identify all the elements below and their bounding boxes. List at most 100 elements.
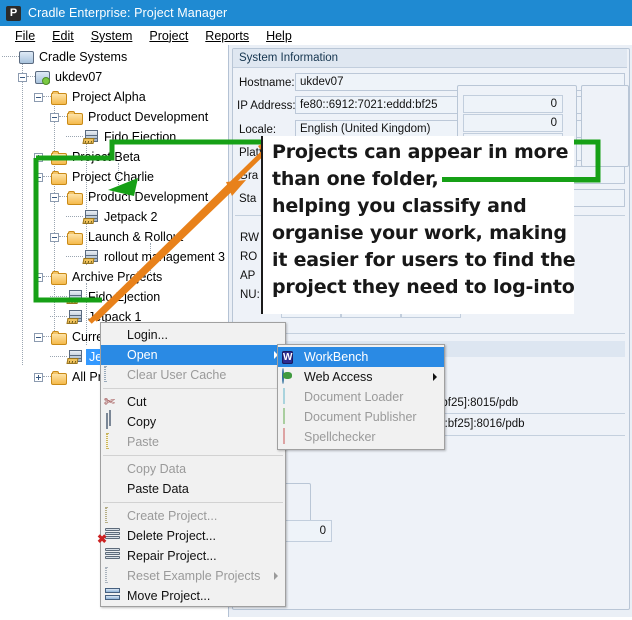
tree-connector (59, 196, 67, 198)
expand-icon[interactable] (34, 372, 43, 382)
collapse-icon[interactable] (34, 272, 43, 282)
tree-connector (59, 236, 67, 238)
tree-item-label: Project Beta (72, 150, 141, 164)
menu-item: Document Loader (278, 387, 444, 407)
tree-item[interactable]: Project Beta (34, 147, 142, 167)
spellchecker-icon (281, 428, 299, 445)
collapse-icon[interactable] (34, 332, 43, 342)
menu-item[interactable]: Open (101, 345, 285, 365)
collapse-icon[interactable] (50, 192, 59, 202)
menu-file[interactable]: File (7, 28, 44, 44)
menu-item-label: Repair Project... (127, 549, 217, 563)
tree-item[interactable]: Product Development (50, 107, 210, 127)
tree-connector (43, 276, 51, 278)
tree-item-label: Launch & Rollout (88, 230, 184, 244)
tree-item-label: Jetpack 2 (104, 210, 158, 224)
menu-reports-label: Reports (205, 28, 250, 43)
menu-separator (103, 455, 283, 456)
menu-item: Create Project... (101, 506, 285, 526)
menu-item: Copy Data (101, 459, 285, 479)
system-information-title: System Information (239, 52, 339, 64)
menu-item[interactable]: Login... (101, 325, 285, 345)
menu-item[interactable]: W WorkBench (278, 347, 444, 367)
tree-item[interactable]: Cradle Systems (2, 47, 129, 67)
menu-item-label: Document Loader (304, 390, 404, 404)
menu-item[interactable]: Paste Data (101, 479, 285, 499)
menu-item[interactable]: Web Access (278, 367, 444, 387)
menu-item-label: Paste Data (127, 482, 189, 496)
tree-item[interactable]: Fido Ejection (50, 287, 162, 307)
menu-reports[interactable]: Reports (197, 28, 258, 44)
scissors-icon: ✄ (104, 394, 115, 409)
submenu-arrow-icon (274, 572, 278, 580)
collapse-icon[interactable] (50, 232, 59, 242)
ro-label: RO (240, 251, 258, 263)
reset-projects-icon (104, 567, 122, 584)
folder-icon (51, 270, 67, 285)
no-icon (104, 481, 122, 497)
menu-item[interactable]: Repair Project... (101, 546, 285, 566)
tree-connector (43, 176, 51, 178)
tree-item[interactable]: Launch & Rollout (50, 227, 185, 247)
cache-icon (104, 366, 122, 383)
menu-help[interactable]: Help (258, 28, 301, 44)
platform-label: Platf (239, 147, 263, 159)
ap-label: AP (240, 270, 256, 282)
project-icon (82, 250, 99, 264)
menu-separator (103, 388, 283, 389)
project-context-menu[interactable]: Login... Open Clear User Cache ✄ Cut Copy Past… (97, 322, 286, 607)
tree-connector (50, 296, 67, 298)
menu-item-label: Clear User Cache (127, 368, 227, 382)
menu-item-label: Copy Data (127, 462, 187, 476)
menu-item: Reset Example Projects (101, 566, 285, 586)
window-title: Cradle Enterprise: Project Manager (28, 6, 228, 20)
menu-item-label: Delete Project... (127, 529, 216, 543)
menu-item[interactable]: ✄ Cut (101, 392, 285, 412)
tree-connector (2, 56, 19, 58)
move-project-icon (104, 588, 122, 604)
collapse-icon[interactable] (34, 92, 43, 102)
tree-item[interactable]: Project Alpha (34, 87, 148, 107)
menu-item[interactable]: Move Project... (101, 586, 285, 606)
annotation-callout: Projects can appear in more than one fol… (261, 136, 576, 314)
tree-connector (43, 376, 51, 378)
tree-item[interactable]: Archive Projects (34, 267, 164, 287)
tree-item-label: Fido Ejection (88, 290, 161, 304)
tree-connector (59, 116, 67, 118)
menu-bar: File Edit System Project Reports Help (0, 26, 632, 45)
tree-item[interactable]: Jetpack 2 (66, 207, 160, 227)
collapse-icon[interactable] (18, 72, 27, 82)
menu-item-label: Cut (127, 395, 147, 409)
tree-item[interactable]: Product Development (50, 187, 210, 207)
tree-connector (43, 156, 51, 158)
menu-project[interactable]: Project (141, 28, 197, 44)
expand-icon[interactable] (34, 152, 43, 162)
main-content: Cradle Systems ukdev07 Project Alpha Produc… (0, 45, 632, 617)
tree-item[interactable]: rollout management 3 (66, 247, 227, 267)
menu-system[interactable]: System (83, 28, 142, 44)
folder-icon (67, 190, 83, 205)
tree-item[interactable]: Fido Ejection (66, 127, 178, 147)
menu-item[interactable]: Copy (101, 412, 285, 432)
app-icon: P (6, 5, 21, 21)
menu-item[interactable]: ✖ Delete Project... (97, 526, 285, 546)
collapse-icon[interactable] (50, 112, 59, 122)
tree-item[interactable]: ukdev07 (18, 67, 104, 87)
menu-edit[interactable]: Edit (44, 28, 83, 44)
no-icon (104, 461, 122, 477)
collapse-icon[interactable] (34, 172, 43, 182)
system-information-panel: System Information Hostname: ukdev07 IP … (225, 45, 632, 617)
menu-item: Spellchecker (278, 427, 444, 447)
tree-item-label: Archive Projects (72, 270, 163, 284)
tree-item[interactable]: Project Charlie (34, 167, 156, 187)
no-icon (104, 347, 122, 363)
tree-connector (66, 216, 83, 218)
tree-item-label: rollout management 3 (104, 250, 225, 264)
open-submenu[interactable]: W WorkBench Web Access Document Loader Docum… (277, 344, 445, 450)
folder-icon (51, 90, 67, 105)
tree-item-label: Product Development (88, 110, 209, 124)
delete-project-icon: ✖ (97, 528, 122, 545)
menu-item: Document Publisher (278, 407, 444, 427)
repair-project-icon (104, 548, 122, 564)
annotation-line-1: Projects can appear in more (272, 141, 569, 163)
